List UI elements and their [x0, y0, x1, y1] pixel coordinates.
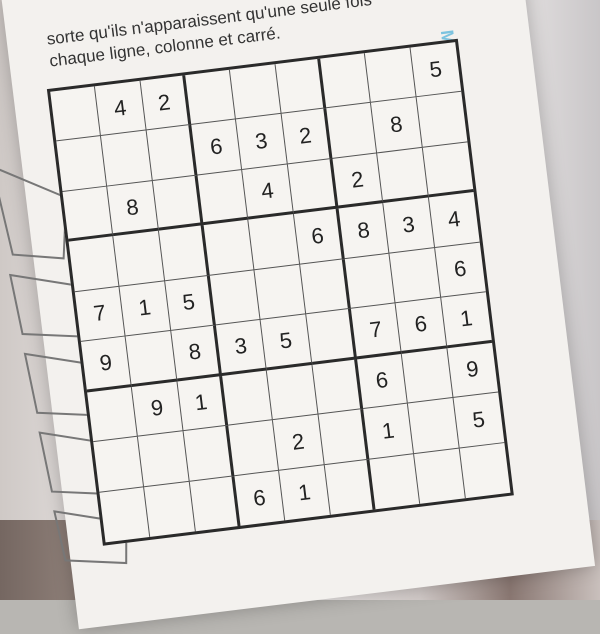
sudoku-cell: [93, 436, 145, 493]
sudoku-cell: [305, 308, 358, 365]
sudoku-cell: [369, 453, 421, 510]
sudoku-cell: [365, 47, 417, 104]
sudoku-cell: 1: [440, 292, 493, 348]
sudoku-cell: 1: [177, 375, 229, 432]
sudoku-cell: [267, 364, 319, 421]
sudoku-cell: [344, 253, 396, 309]
sudoku-cell: 8: [107, 180, 159, 237]
sudoku-cell: [230, 64, 282, 120]
sudoku-cell: 9: [132, 381, 184, 437]
sudoku-cell: 3: [236, 114, 288, 170]
sudoku-cell: [144, 481, 196, 537]
sudoku-cell: [320, 53, 372, 109]
sudoku-cell: 2: [140, 75, 192, 131]
sudoku-cell: [50, 86, 102, 142]
sudoku-cell: 8: [371, 97, 423, 154]
sudoku-cell: [324, 459, 376, 515]
sudoku-cell: 5: [164, 275, 216, 332]
sudoku-cell: 8: [338, 203, 390, 259]
sudoku-cell: [287, 158, 339, 215]
sudoku-cell: [312, 359, 364, 415]
sudoku-cell: [416, 92, 468, 148]
sudoku-cell: [113, 230, 165, 287]
sudoku-cell: 9: [447, 342, 499, 399]
sudoku-cell: [185, 69, 237, 126]
sudoku-cell: [248, 214, 300, 270]
sudoku-cell: 2: [332, 153, 384, 209]
sudoku-cell: [99, 486, 151, 543]
sudoku-cell: [414, 448, 466, 504]
sudoku-cell: [197, 169, 249, 226]
sudoku-cell: [56, 136, 108, 192]
sudoku-cell: 3: [215, 320, 268, 376]
sudoku-cell: 1: [363, 403, 415, 460]
sudoku-cell: 5: [410, 42, 462, 98]
sudoku-cell: 7: [74, 286, 126, 343]
sudoku-cell: 6: [395, 297, 448, 354]
sudoku-cell: [422, 142, 474, 198]
sudoku-cell: [125, 331, 178, 387]
sudoku-cell: [203, 219, 255, 276]
sudoku-cell: 5: [453, 392, 505, 449]
sudoku-cell: [183, 425, 235, 482]
sudoku-cell: 1: [119, 281, 171, 337]
sudoku-cell: [326, 103, 378, 159]
sudoku-cell: [189, 475, 241, 532]
sudoku-cell: 3: [383, 197, 435, 254]
sudoku-cell: [389, 247, 441, 304]
sudoku-cell: [275, 58, 327, 115]
sudoku-cell: [138, 431, 190, 487]
sudoku-cell: 2: [273, 414, 325, 471]
sudoku-cell: 9: [80, 336, 133, 393]
sudoku-grid: 4256328842683471569835761916921561: [46, 38, 514, 546]
sudoku-cell: [377, 147, 429, 204]
sudoku-cell: [402, 347, 454, 404]
sudoku-cell: [222, 370, 274, 426]
sudoku-cell: [459, 443, 510, 499]
sudoku-cell: 6: [191, 119, 243, 176]
sudoku-cell: [209, 269, 261, 326]
sudoku-cell: 6: [234, 470, 286, 526]
sudoku-cell: 5: [260, 314, 313, 371]
sudoku-cell: 4: [95, 80, 147, 137]
sudoku-cell: [158, 225, 210, 282]
sudoku-cell: [68, 236, 120, 293]
sudoku-cell: [101, 130, 153, 187]
sudoku-cell: 2: [281, 108, 333, 165]
sudoku-cell: 4: [242, 164, 294, 220]
sudoku-cell: [146, 125, 198, 181]
puzzle-page: sorte qu'ils n'apparaissent qu'une seule…: [0, 0, 596, 630]
sudoku-cell: 8: [170, 325, 223, 382]
sudoku-cell: [62, 186, 114, 242]
sudoku-cell: [254, 264, 306, 321]
sudoku-cell: 6: [434, 242, 486, 298]
sudoku-cell: [318, 409, 370, 465]
sudoku-cell: [228, 420, 280, 476]
sudoku-cell: 4: [428, 192, 480, 248]
sudoku-cell: 1: [279, 464, 331, 521]
sudoku-cell: 6: [293, 208, 345, 265]
sudoku-cell: [408, 398, 460, 454]
sudoku-cell: [299, 258, 351, 315]
sudoku-cell: [87, 386, 139, 443]
sudoku-cell: 6: [357, 353, 409, 410]
sudoku-cell: [152, 175, 204, 231]
sudoku-cell: 7: [350, 303, 403, 360]
